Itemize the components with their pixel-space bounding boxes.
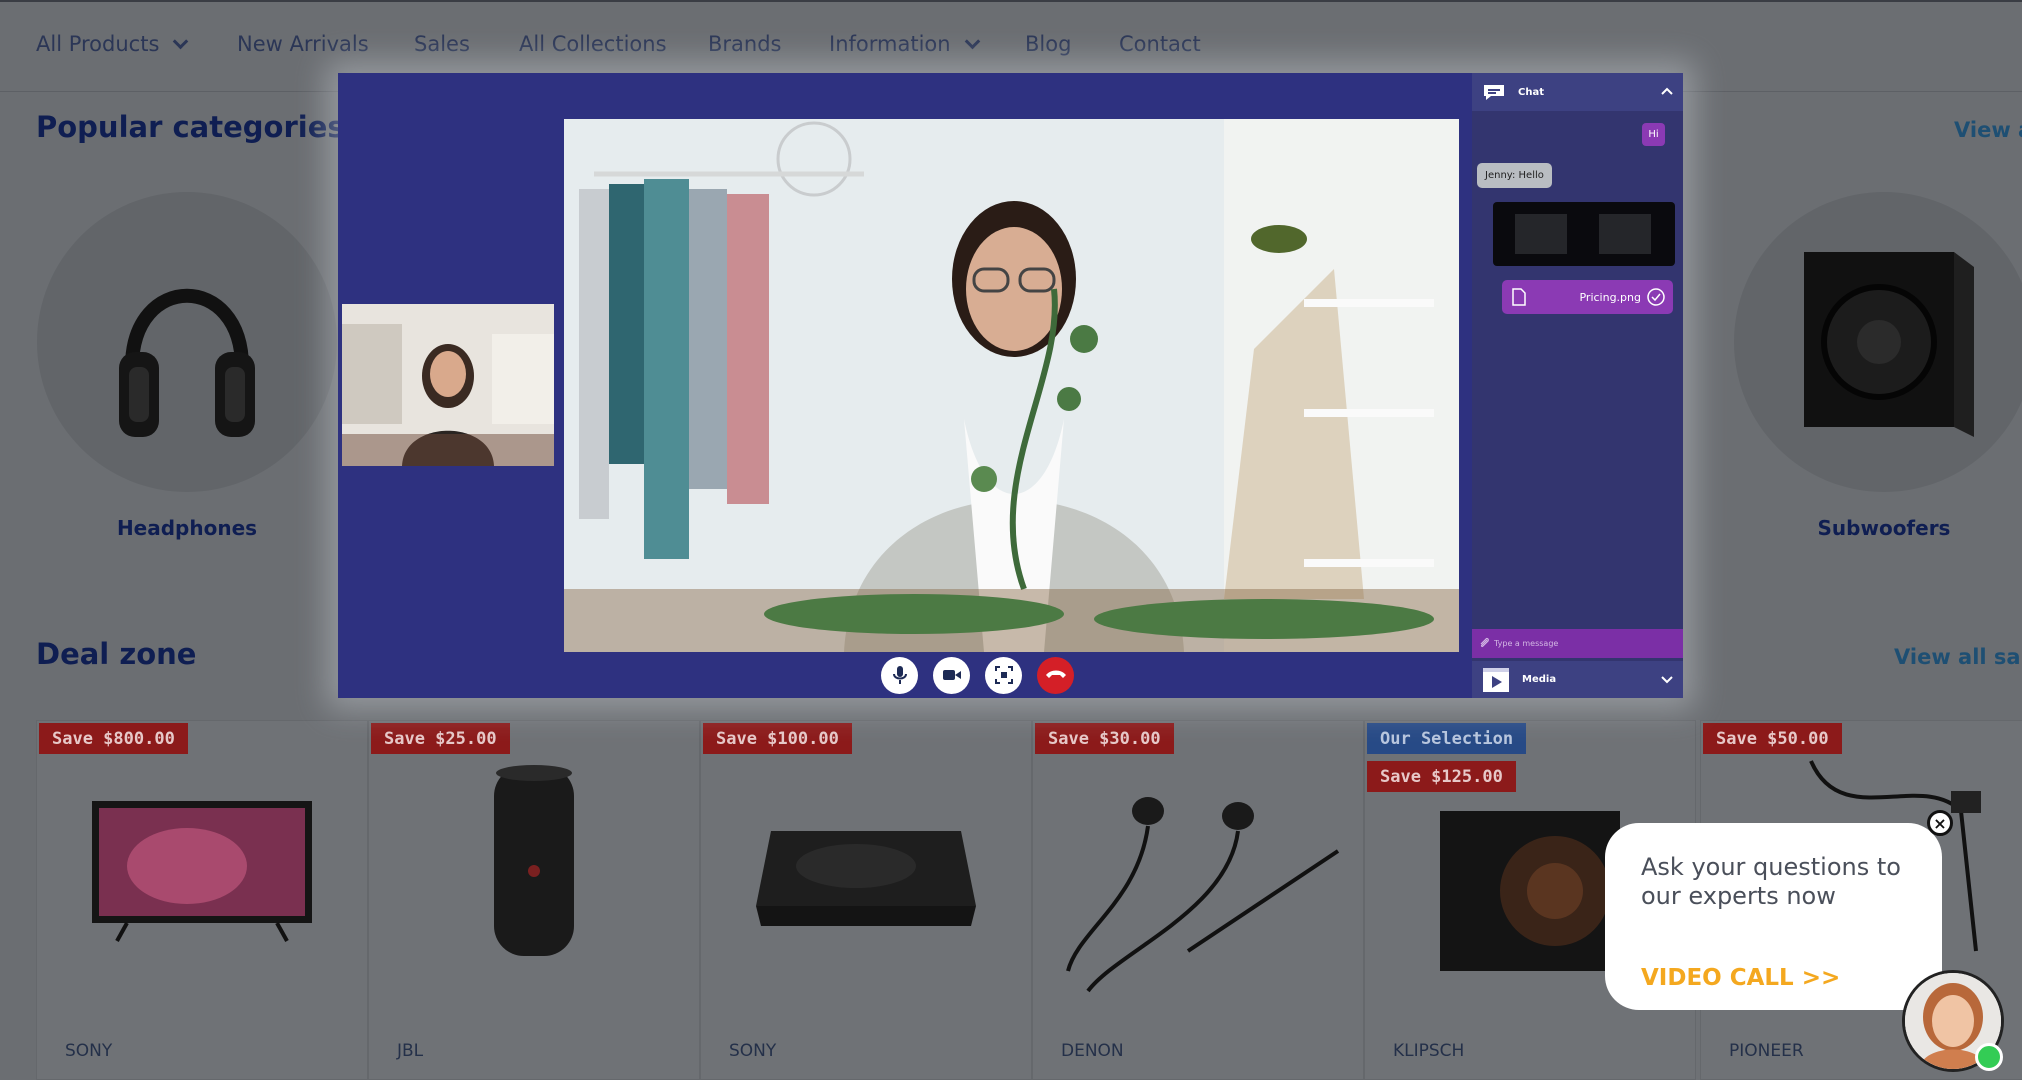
media-play-icon — [1483, 667, 1509, 692]
paperclip-icon[interactable] — [1478, 637, 1490, 649]
discount-badge: Save $50.00 — [1703, 723, 1842, 754]
online-status-indicator — [1975, 1043, 2003, 1071]
file-name: Pricing.png — [1579, 290, 1641, 304]
nav-item-label: New Arrivals — [237, 32, 369, 56]
nav-item-label: Brands — [708, 32, 782, 56]
camera-toggle-button[interactable] — [933, 656, 970, 694]
call-controls — [881, 653, 1101, 697]
nav-item-information[interactable]: Information — [829, 32, 980, 56]
chat-panel: Chat Hi Jenny: Hello Pricing.png Type a … — [1472, 73, 1683, 698]
product-card[interactable]: Save $30.00 DENON — [1032, 720, 1364, 1080]
video-call-cta-link[interactable]: VIDEO CALL >> — [1641, 965, 1840, 991]
subwoofer-icon — [1804, 252, 1974, 437]
tv-icon — [92, 801, 312, 942]
discount-badge: Save $125.00 — [1367, 761, 1516, 792]
self-video-preview — [342, 304, 554, 466]
nav-item-contact[interactable]: Contact — [1119, 32, 1201, 56]
discount-badge: Save $25.00 — [371, 723, 510, 754]
nav-item-label: Sales — [414, 32, 470, 56]
nav-item-label: All Collections — [519, 32, 667, 56]
product-brand: SONY — [65, 1041, 113, 1061]
chevron-down-icon — [173, 33, 189, 49]
categories-view-all-link[interactable]: View al — [1954, 118, 2022, 142]
nav-item-new-arrivals[interactable]: New Arrivals — [237, 32, 369, 56]
media-title: Media — [1522, 674, 1557, 685]
chevron-down-icon — [964, 33, 980, 49]
selection-badge: Our Selection — [1367, 723, 1527, 754]
image-attachment-preview[interactable] — [1493, 202, 1675, 266]
category-label-headphones: Headphones — [116, 516, 258, 540]
screen-share-button[interactable] — [985, 656, 1022, 694]
checkmark-icon — [1647, 288, 1665, 306]
video-camera-icon — [942, 670, 961, 680]
chevron-up-icon[interactable] — [1661, 87, 1673, 95]
product-card[interactable]: Save $25.00 JBL — [368, 720, 700, 1080]
nav-item-label: Contact — [1119, 32, 1201, 56]
discount-badge: Save $100.00 — [703, 723, 852, 754]
category-subwoofers[interactable] — [1734, 192, 2022, 492]
product-brand: SONY — [729, 1041, 777, 1061]
file-icon — [1512, 288, 1526, 306]
deals-view-all-link[interactable]: View all sale — [1894, 645, 2022, 669]
chat-bubble-icon — [1484, 85, 1504, 100]
headphones-icon — [119, 288, 255, 437]
category-headphones[interactable] — [37, 192, 337, 492]
nav-item-label: Blog — [1025, 32, 1072, 56]
product-brand: DENON — [1061, 1041, 1124, 1061]
popup-close-button[interactable]: × — [1927, 810, 1953, 836]
earphones-icon — [1066, 797, 1340, 993]
mic-toggle-button[interactable] — [881, 656, 918, 694]
chat-message-outgoing: Hi — [1642, 123, 1665, 146]
product-brand: JBL — [397, 1041, 424, 1061]
video-call-modal: Chat Hi Jenny: Hello Pricing.png Type a … — [338, 73, 1683, 698]
subwoofer-icon — [1440, 811, 1620, 971]
chat-title: Chat — [1518, 86, 1544, 98]
remote-video-image — [564, 119, 1459, 652]
file-attachment-pricing[interactable]: Pricing.png — [1502, 280, 1673, 314]
nav-item-label: Information — [829, 32, 951, 56]
chat-message-input[interactable]: Type a message — [1472, 629, 1683, 658]
chat-message-incoming: Jenny: Hello — [1477, 163, 1552, 188]
product-card[interactable]: Save $100.00 SONY — [700, 720, 1032, 1080]
categories-title: Popular categories — [36, 110, 345, 144]
popup-message: Ask your questions to our experts now — [1641, 853, 1901, 910]
product-card[interactable]: Save $800.00 SONY — [36, 720, 368, 1080]
discount-badge: Save $800.00 — [39, 723, 188, 754]
remote-video-feed — [564, 119, 1459, 652]
chat-input-placeholder: Type a message — [1494, 639, 1559, 648]
self-video-image — [342, 304, 554, 466]
discount-badge: Save $30.00 — [1035, 723, 1174, 754]
product-brand: PIONEER — [1729, 1041, 1804, 1061]
close-icon: × — [1933, 813, 1947, 833]
nav-item-sales[interactable]: Sales — [414, 32, 470, 56]
expert-call-popup: Ask your questions to our experts now VI… — [1605, 823, 1942, 1010]
media-section-header[interactable]: Media — [1472, 661, 1683, 698]
attachment-thumbnail — [1515, 214, 1567, 254]
turntable-icon — [756, 831, 976, 926]
nav-item-all-products[interactable]: All Products — [36, 32, 189, 56]
chevron-down-icon[interactable] — [1661, 676, 1673, 684]
product-brand: KLIPSCH — [1393, 1041, 1465, 1061]
chat-header[interactable]: Chat — [1472, 73, 1683, 111]
hang-up-icon — [1045, 670, 1066, 678]
nav-item-brands[interactable]: Brands — [708, 32, 782, 56]
speaker-icon — [494, 765, 574, 956]
end-call-button[interactable] — [1037, 656, 1074, 694]
deals-title: Deal zone — [36, 637, 197, 671]
attachment-thumbnail — [1599, 214, 1651, 254]
microphone-icon — [892, 666, 907, 684]
nav-item-blog[interactable]: Blog — [1025, 32, 1071, 56]
nav-item-label: All Products — [36, 32, 160, 56]
nav-item-all-collections[interactable]: All Collections — [519, 32, 667, 56]
screen-capture-icon — [994, 666, 1013, 684]
category-label-subwoofers: Subwoofers — [1817, 516, 1951, 540]
